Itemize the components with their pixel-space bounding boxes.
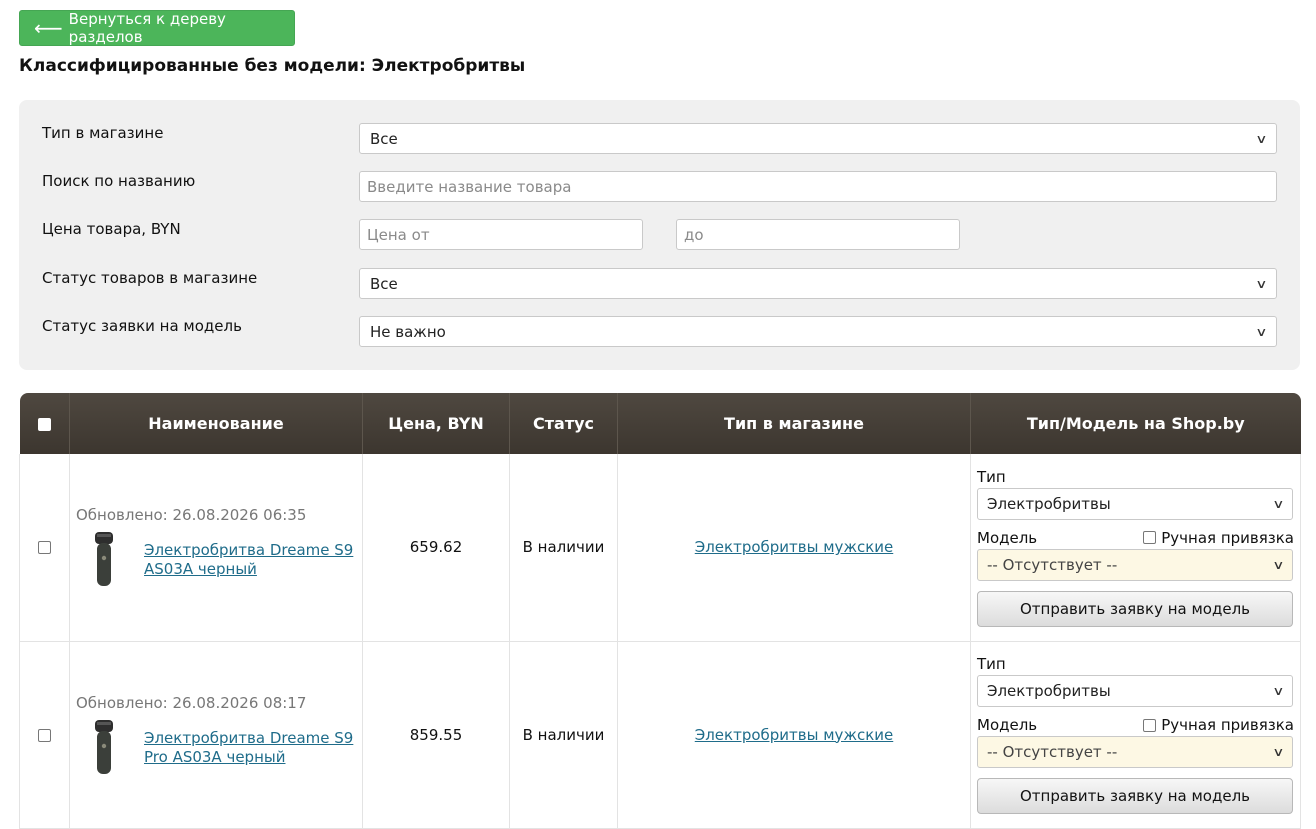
header-price: Цена, BYN xyxy=(362,393,510,454)
manual-binding-label: Ручная привязка xyxy=(1161,716,1294,734)
price-to-input[interactable] xyxy=(676,219,960,250)
select-all-checkbox[interactable] xyxy=(37,418,51,431)
chevron-down-icon: ∨ xyxy=(1272,557,1285,572)
select-all-header xyxy=(19,393,70,454)
search-input[interactable] xyxy=(359,171,1277,202)
back-to-tree-button[interactable]: ⟵ Вернуться к дереву разделов xyxy=(19,10,295,46)
chevron-down-icon: ∨ xyxy=(1255,131,1268,146)
chevron-down-icon: ∨ xyxy=(1255,324,1268,339)
search-label: Поиск по названию xyxy=(42,172,196,190)
status-cell: В наличии xyxy=(509,454,618,642)
arrow-left-icon: ⟵ xyxy=(34,16,63,40)
model-select[interactable]: -- Отсутствует -- ∨ xyxy=(977,736,1293,768)
header-shopby: Тип/Модель на Shop.by xyxy=(970,393,1301,454)
products-table: Наименование Цена, BYN Статус Тип в мага… xyxy=(19,393,1301,829)
model-select[interactable]: -- Отсутствует -- ∨ xyxy=(977,548,1293,581)
type-select[interactable]: Электробритвы ∨ xyxy=(977,675,1293,707)
back-button-label: Вернуться к дереву разделов xyxy=(68,10,226,46)
chevron-down-icon: ∨ xyxy=(1255,276,1268,291)
shop-type-label: Тип в магазине xyxy=(42,124,164,142)
model-label: Модель xyxy=(977,528,1038,547)
shop-type-link[interactable]: Электробритвы мужские xyxy=(695,538,894,556)
price-cell: 859.55 xyxy=(362,641,510,829)
filter-panel: Тип в магазине Все ∨ Поиск по названию Ц… xyxy=(19,100,1300,370)
product-link[interactable]: Электробритва Dreame S9 AS03A черный xyxy=(144,541,353,579)
type-label: Тип xyxy=(977,655,1006,673)
header-status: Статус xyxy=(509,393,618,454)
model-label: Модель xyxy=(977,716,1038,734)
updated-timestamp: Обновлено: 26.08.2026 06:35 xyxy=(76,506,307,525)
shop-type-link[interactable]: Электробритвы мужские xyxy=(695,726,894,744)
table-row: Обновлено: 26.08.2026 08:17 Электробритв… xyxy=(19,641,1301,829)
manual-binding-checkbox[interactable] xyxy=(1143,718,1157,732)
chevron-down-icon: ∨ xyxy=(1272,745,1285,759)
header-name: Наименование xyxy=(69,393,363,454)
table-header-row: Наименование Цена, BYN Статус Тип в мага… xyxy=(19,393,1301,454)
table-row: Обновлено: 26.08.2026 06:35 Электробритв… xyxy=(19,454,1301,642)
type-label: Тип xyxy=(977,467,1006,486)
header-shop-type: Тип в магазине xyxy=(617,393,971,454)
manual-binding-checkbox[interactable] xyxy=(1143,531,1157,545)
request-status-label: Статус заявки на модель xyxy=(42,317,242,335)
submit-model-request-button[interactable]: Отправить заявку на модель xyxy=(977,778,1293,814)
request-status-select[interactable]: Не важно ∨ xyxy=(359,316,1277,347)
manual-binding-label: Ручная привязка xyxy=(1161,528,1294,547)
updated-timestamp: Обновлено: 26.08.2026 08:17 xyxy=(76,693,307,712)
product-thumbnail xyxy=(95,719,113,774)
product-link[interactable]: Электробритва Dreame S9 Pro AS03A черный xyxy=(144,729,353,767)
submit-model-request-button[interactable]: Отправить заявку на модель xyxy=(977,590,1293,627)
stock-status-select[interactable]: Все ∨ xyxy=(359,268,1277,299)
chevron-down-icon: ∨ xyxy=(1272,684,1285,698)
chevron-down-icon: ∨ xyxy=(1272,496,1285,511)
page-title: Классифицированные без модели: Электробр… xyxy=(19,56,526,76)
price-from-input[interactable] xyxy=(359,219,643,250)
type-select[interactable]: Электробритвы ∨ xyxy=(977,487,1293,520)
price-label: Цена товара, BYN xyxy=(42,220,181,238)
product-thumbnail xyxy=(95,532,113,587)
stock-status-label: Статус товаров в магазине xyxy=(42,269,258,287)
stock-status-value: Все xyxy=(370,274,398,293)
shop-type-select[interactable]: Все ∨ xyxy=(359,123,1277,154)
request-status-value: Не важно xyxy=(370,322,446,341)
shop-type-value: Все xyxy=(370,129,398,148)
row-checkbox[interactable] xyxy=(38,728,51,742)
status-cell: В наличии xyxy=(509,641,618,829)
row-checkbox[interactable] xyxy=(38,541,51,555)
price-cell: 659.62 xyxy=(362,454,510,642)
